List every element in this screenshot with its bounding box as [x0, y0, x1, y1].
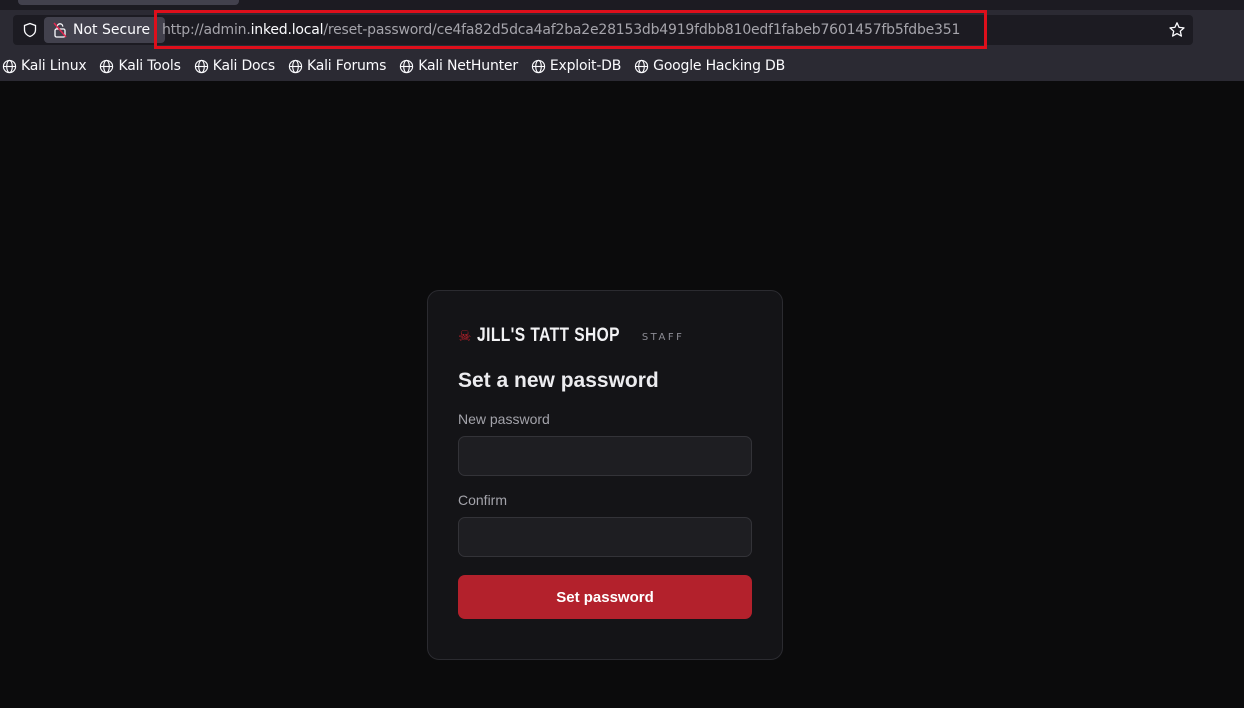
globe-icon — [400, 59, 414, 73]
globe-icon — [288, 59, 303, 73]
bookmark-google-hacking-db[interactable]: Google Hacking DB — [634, 58, 785, 74]
brand-header: ☠ JILL'S TATT SHOP STAFF — [458, 321, 752, 347]
globe-icon — [635, 59, 649, 73]
browser-chrome: Not Secure http://admin. inked.local/rese… — [0, 0, 1244, 81]
security-label: Not Secure — [73, 22, 151, 38]
url-field[interactable]: http://admin. inked.local/reset-password/… — [154, 10, 987, 49]
bookmark-star-icon[interactable] — [1167, 20, 1187, 40]
set-password-button[interactable]: Set password — [458, 575, 752, 619]
url-path: /reset-password/ce4fa82d5dca4af2ba2e2815… — [323, 21, 961, 38]
bookmark-label: Kali Docs — [212, 58, 275, 74]
brand-tag: STAFF — [641, 332, 685, 343]
url-prefix: http://admin. — [162, 21, 251, 38]
confirm-password-label: Confirm — [458, 492, 508, 508]
bookmark-kali-nethunter[interactable]: Kali NetHunter — [399, 58, 518, 74]
new-password-input[interactable] — [458, 436, 752, 476]
site-security-indicator[interactable]: Not Secure — [44, 17, 165, 43]
page-title: Set a new password — [458, 369, 659, 392]
url-domain: inked.local — [250, 21, 324, 38]
bookmark-label: Google Hacking DB — [653, 58, 785, 74]
bookmark-label: Kali Linux — [21, 58, 87, 74]
globe-icon — [531, 59, 546, 73]
bookmarks-toolbar: Kali Linux Kali Tools Kali Docs Kali For… — [0, 55, 796, 77]
bookmark-label: Exploit-DB — [549, 58, 622, 74]
tracking-protection-shield-icon[interactable] — [21, 21, 39, 39]
confirm-password-input[interactable] — [458, 517, 752, 557]
bookmark-kali-forums[interactable]: Kali Forums — [288, 58, 386, 74]
bookmark-kali-linux[interactable]: Kali Linux — [2, 58, 87, 74]
globe-icon — [194, 59, 208, 73]
address-bar[interactable]: Not Secure http://admin. inked.local/rese… — [13, 10, 1193, 49]
globe-icon — [2, 59, 17, 73]
bookmark-label: Kali NetHunter — [418, 58, 518, 74]
insecure-lock-icon — [52, 21, 68, 39]
bookmark-label: Kali Tools — [118, 58, 181, 74]
bookmark-kali-tools[interactable]: Kali Tools — [99, 58, 181, 74]
skull-icon: ☠ — [458, 327, 472, 345]
brand-name: JILL'S TATT SHOP — [477, 325, 621, 346]
bookmark-label: Kali Forums — [306, 58, 387, 74]
globe-icon — [100, 59, 114, 73]
bookmark-exploit-db[interactable]: Exploit-DB — [531, 58, 621, 74]
browser-tab[interactable] — [18, 0, 239, 5]
reset-password-card: ☠ JILL'S TATT SHOP STAFF Set a new passw… — [427, 290, 783, 660]
tab-strip — [0, 0, 1244, 10]
bookmark-kali-docs[interactable]: Kali Docs — [194, 58, 275, 74]
new-password-label: New password — [458, 411, 550, 427]
